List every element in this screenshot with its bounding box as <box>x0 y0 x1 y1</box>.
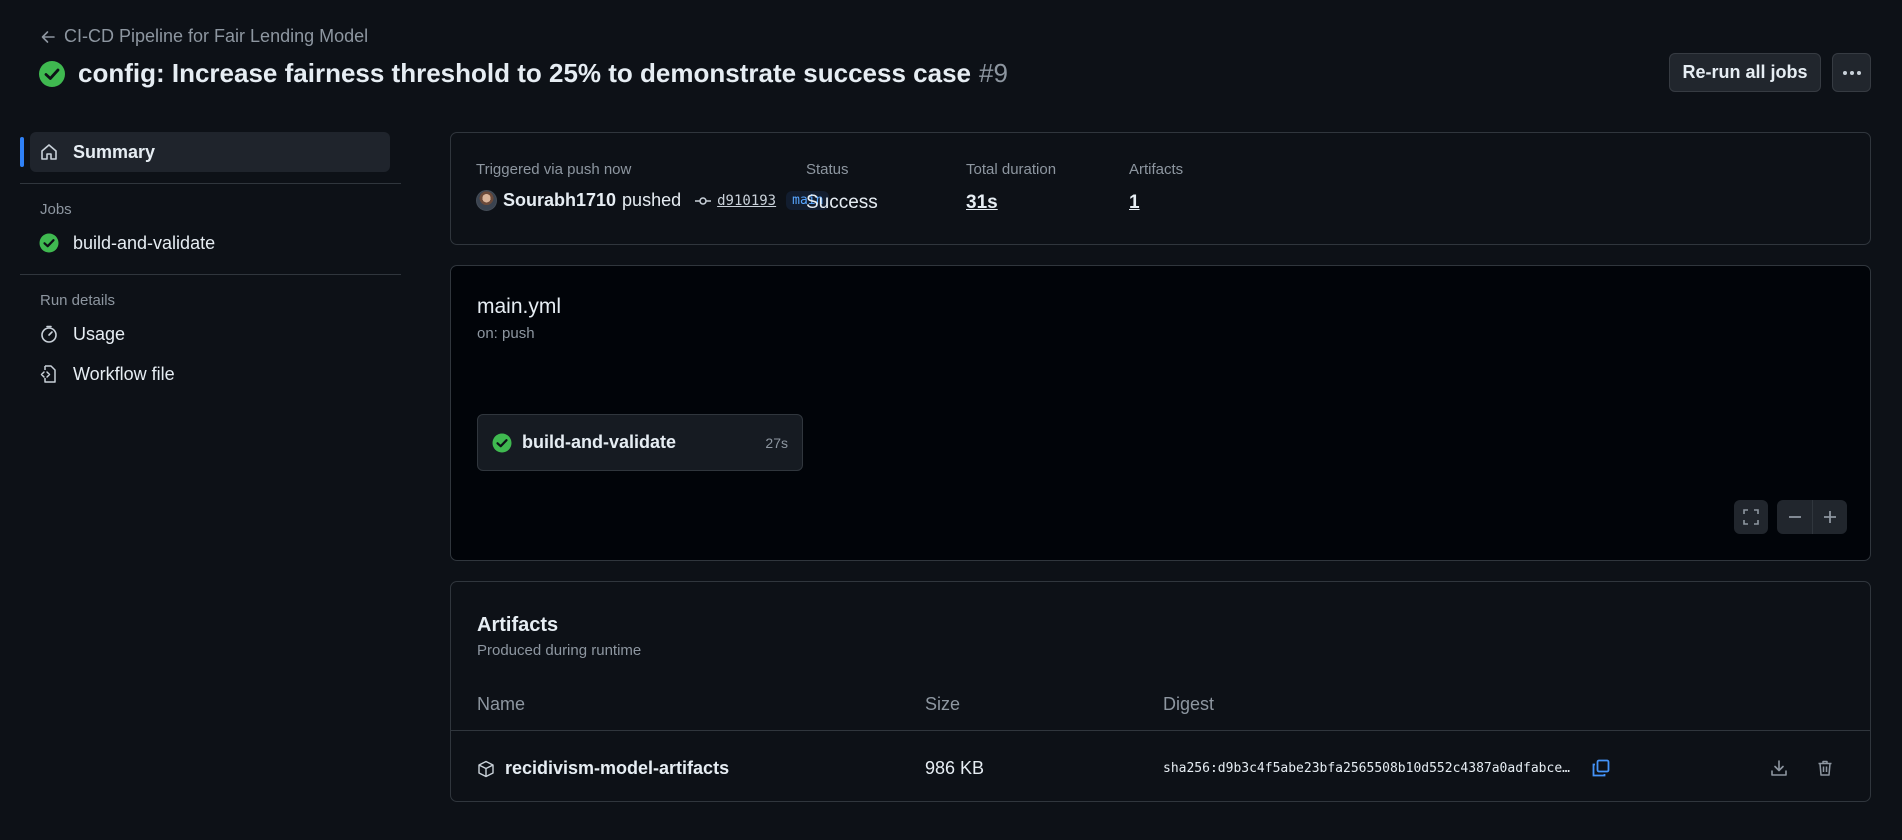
file-code-icon <box>39 364 59 384</box>
sidebar-item-label: Workflow file <box>73 363 175 384</box>
success-check-icon <box>38 60 66 88</box>
artifacts-label: Artifacts <box>1129 161 1184 178</box>
back-link-label: CI-CD Pipeline for Fair Lending Model <box>64 26 369 46</box>
sidebar-item-label: Usage <box>73 323 126 344</box>
stopwatch-icon <box>39 324 59 344</box>
artifact-digest: sha256:d9b3c4f5abe23bfa2565508b10d552c43… <box>1163 761 1570 776</box>
more-options-button[interactable] <box>1832 53 1871 92</box>
run-details-heading: Run details <box>40 291 116 309</box>
kebab-horizontal-icon <box>1842 70 1862 76</box>
artifact-size: 986 KB <box>925 758 985 778</box>
zoom-in-button[interactable] <box>1812 500 1847 534</box>
sidebar-item-label: Summary <box>73 141 156 162</box>
table-divider <box>451 730 1870 731</box>
home-icon <box>39 142 59 162</box>
success-check-icon <box>39 233 59 253</box>
artifacts-subtitle: Produced during runtime <box>477 642 642 659</box>
minus-icon <box>1787 509 1803 525</box>
arrow-left-icon <box>40 29 56 45</box>
trigger-details: Sourabh1710 pushed d910193 main <box>476 190 830 211</box>
success-check-icon <box>492 433 512 453</box>
trigger-label: Triggered via push now <box>476 161 632 178</box>
sidebar: Summary Jobs build-and-validate Run deta… <box>20 132 401 394</box>
page-title: config: Increase fairness threshold to 2… <box>78 58 1008 89</box>
run-summary-card: Triggered via push now Sourabh1710 pushe… <box>450 132 1871 245</box>
column-header-name: Name <box>477 694 526 714</box>
avatar[interactable] <box>476 190 497 211</box>
status-stat: Status Success <box>806 161 878 214</box>
copy-icon <box>1591 758 1611 778</box>
duration-stat: Total duration 31s <box>966 161 1056 214</box>
zoom-out-button[interactable] <box>1777 500 1812 534</box>
workflow-trigger: on: push <box>477 325 535 342</box>
sidebar-item-usage[interactable]: Usage <box>20 314 401 354</box>
artifacts-count-link[interactable]: 1 <box>1129 192 1183 214</box>
delete-artifact-button[interactable] <box>1811 754 1839 782</box>
sidebar-item-workflow-file[interactable]: Workflow file <box>20 354 401 394</box>
status-value: Success <box>806 192 878 213</box>
run-title: config: Increase fairness threshold to 2… <box>78 58 971 88</box>
job-node-build-and-validate[interactable]: build-and-validate 27s <box>477 414 803 471</box>
jobs-heading: Jobs <box>40 200 72 218</box>
commit-sha-link[interactable]: d910193 <box>717 193 776 209</box>
workflow-graph-card: main.yml on: push build-and-validate 27s <box>450 265 1871 561</box>
duration-label: Total duration <box>966 161 1057 178</box>
artifact-name: recidivism-model-artifacts <box>505 758 730 778</box>
plus-icon <box>1822 509 1838 525</box>
zoom-controls <box>1777 500 1847 534</box>
sidebar-item-summary[interactable]: Summary <box>20 132 390 172</box>
trigger-info: Triggered via push now Sourabh1710 pushe… <box>476 161 830 211</box>
duration-link[interactable]: 31s <box>966 192 1056 214</box>
rerun-all-jobs-button[interactable]: Re-run all jobs <box>1669 53 1821 92</box>
sidebar-item-label: build-and-validate <box>73 232 216 253</box>
fullscreen-icon <box>1742 508 1760 526</box>
copy-digest-button[interactable] <box>1587 754 1615 782</box>
job-node-duration: 27s <box>765 434 788 451</box>
sidebar-divider <box>20 274 401 275</box>
trash-icon <box>1816 759 1834 777</box>
user-link[interactable]: Sourabh1710 <box>503 190 616 211</box>
job-node-name: build-and-validate <box>522 432 677 452</box>
status-label: Status <box>806 161 849 178</box>
run-number: #9 <box>979 58 1008 88</box>
artifacts-card: Artifacts Produced during runtime Name S… <box>450 581 1871 802</box>
artifact-name-link[interactable]: recidivism-model-artifacts <box>477 758 729 779</box>
package-icon <box>477 760 495 778</box>
fullscreen-button[interactable] <box>1734 500 1768 534</box>
artifacts-title: Artifacts <box>477 614 559 636</box>
download-artifact-button[interactable] <box>1765 754 1793 782</box>
push-action-text: pushed <box>622 190 682 210</box>
column-header-digest: Digest <box>1163 694 1215 714</box>
sidebar-item-job[interactable]: build-and-validate <box>20 223 401 263</box>
sidebar-divider <box>20 183 401 184</box>
workflow-file-name: main.yml <box>477 295 562 318</box>
artifacts-stat: Artifacts 1 <box>1129 161 1183 214</box>
page-title-row: config: Increase fairness threshold to 2… <box>38 58 1008 89</box>
git-commit-icon <box>695 195 712 207</box>
back-link[interactable]: CI-CD Pipeline for Fair Lending Model <box>40 26 368 47</box>
column-header-size: Size <box>925 694 961 714</box>
download-icon <box>1770 759 1788 777</box>
